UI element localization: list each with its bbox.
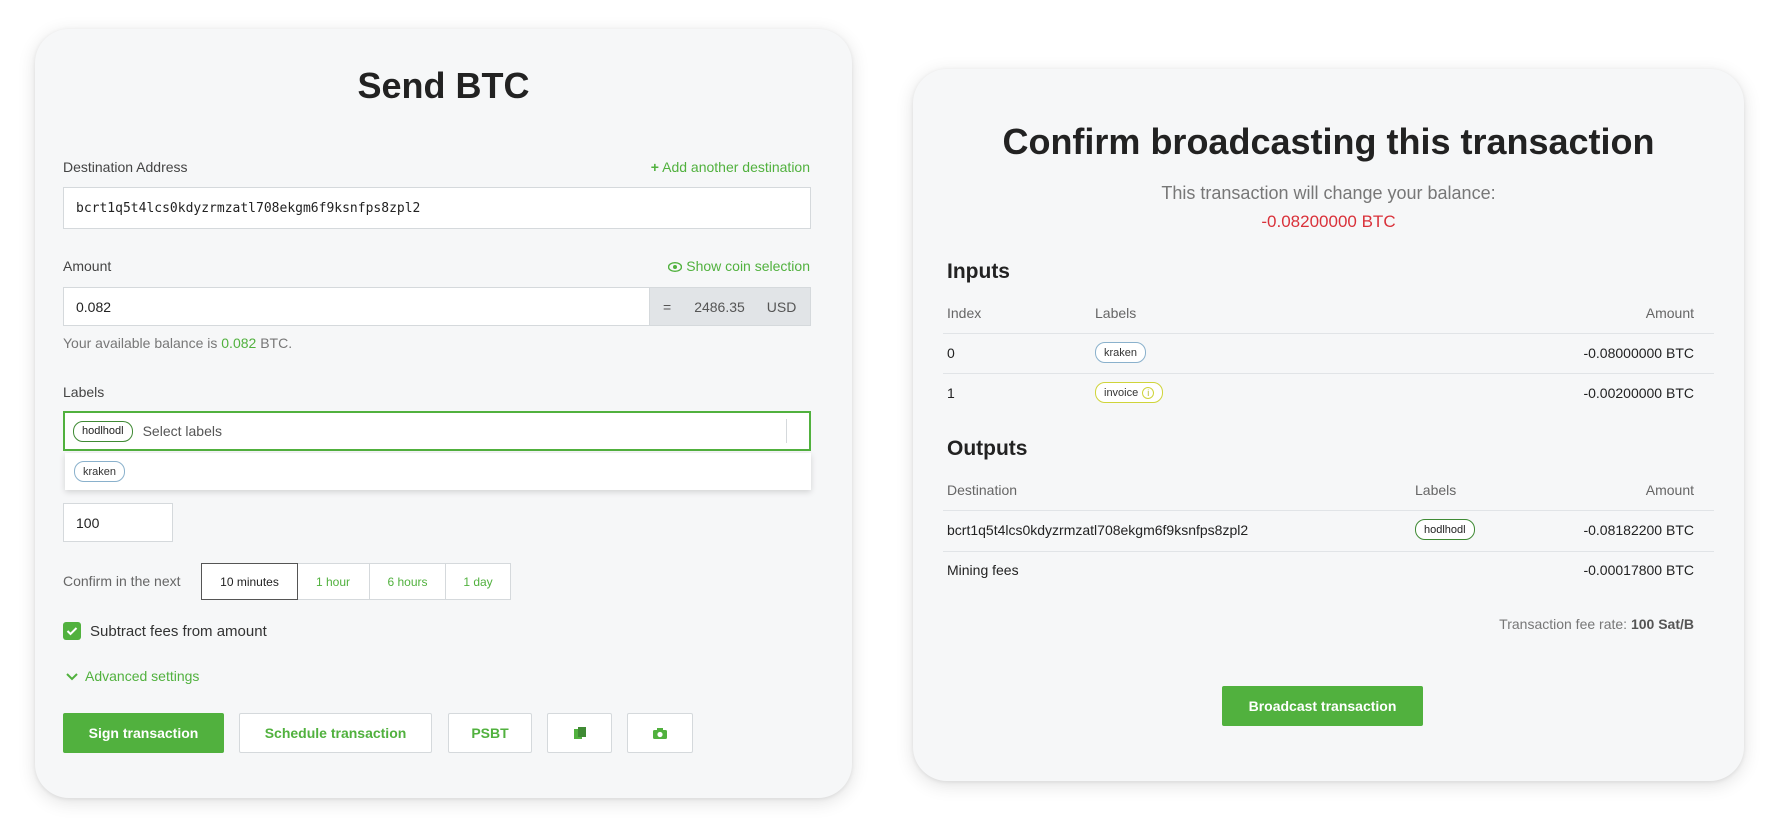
confirm-option-6-hours[interactable]: 6 hours: [370, 564, 446, 599]
fee-rate-value: 100 Sat/B: [1630, 616, 1694, 632]
confirm-option-1-day[interactable]: 1 day: [446, 564, 510, 599]
labels-label: Labels: [63, 384, 105, 400]
confirm-broadcast-card: Confirm broadcasting this transaction Th…: [913, 69, 1744, 781]
chevron-down-icon: [66, 673, 78, 681]
confirm-in-label: Confirm in the next: [63, 573, 181, 589]
output-amount: -0.08182200 BTC: [1583, 522, 1694, 538]
outputs-title: Outputs: [947, 437, 1028, 460]
destination-address-input[interactable]: bcrt1q5t4lcs0kdyzrmzatl708ekgm6f9ksnfps8…: [63, 187, 811, 229]
inputs-title: Inputs: [947, 260, 1010, 283]
fiat-value: 2486.35: [694, 298, 745, 315]
outputs-header-labels: Labels: [1415, 482, 1457, 498]
inputs-header-index: Index: [947, 305, 982, 321]
destination-address-label: Destination Address: [63, 159, 188, 175]
input-amount: -0.08000000 BTC: [1583, 345, 1694, 361]
fee-rate-input[interactable]: 100: [63, 503, 173, 542]
output-label-hodlhodl: hodlhodl: [1415, 519, 1475, 540]
input-amount: -0.00200000 BTC: [1583, 385, 1694, 401]
advanced-settings-toggle[interactable]: Advanced settings: [65, 668, 199, 684]
checkmark-icon: [66, 627, 78, 636]
camera-icon: [653, 727, 667, 739]
inputs-header-amount: Amount: [1645, 305, 1694, 321]
amount-label: Amount: [63, 258, 112, 274]
broadcast-transaction-button[interactable]: Broadcast transaction: [1222, 686, 1423, 726]
show-coin-selection-link[interactable]: Show coin selection: [668, 258, 810, 274]
dropdown-option-kraken[interactable]: kraken: [74, 461, 126, 482]
camera-button[interactable]: [627, 713, 693, 753]
equals-sign: =: [663, 298, 672, 315]
subtract-fees-checkbox[interactable]: [63, 622, 81, 640]
psbt-button[interactable]: PSBT: [448, 713, 532, 753]
send-btc-card: Send BTC Destination Address + Add anoth…: [35, 29, 852, 798]
confirm-title: Confirm broadcasting this transaction: [1002, 121, 1655, 162]
available-balance: Your available balance is 0.082 BTC.: [63, 335, 293, 351]
copy-button[interactable]: [547, 713, 612, 753]
text-cursor: [786, 419, 787, 443]
amount-input[interactable]: 0.082: [63, 287, 650, 326]
label-chip-hodlhodl[interactable]: hodlhodl: [73, 420, 133, 442]
fee-rate-info: Transaction fee rate: 100 Sat/B: [1499, 616, 1694, 632]
inputs-header-labels: Labels: [1095, 305, 1137, 321]
copy-icon: [573, 727, 586, 739]
input-label-kraken: kraken: [1095, 342, 1147, 363]
divider: [943, 333, 1714, 334]
divider: [943, 510, 1714, 511]
output-destination: Mining fees: [947, 562, 1019, 578]
send-title: Send BTC: [357, 65, 530, 106]
divider: [943, 551, 1714, 552]
output-amount: -0.00017800 BTC: [1583, 562, 1694, 578]
outputs-header-amount: Amount: [1645, 482, 1694, 498]
output-destination: bcrt1q5t4lcs0kdyzrmzatl708ekgm6f9ksnfps8…: [947, 522, 1249, 538]
fiat-currency: USD: [766, 298, 797, 315]
input-label-invoice: invoice i: [1095, 382, 1164, 403]
labels-select[interactable]: hodlhodl Select labels: [63, 411, 811, 451]
input-index: 1: [947, 385, 955, 401]
confirm-option-10-minutes[interactable]: 10 minutes: [201, 563, 298, 600]
balance-change-text: This transaction will change your balanc…: [1161, 183, 1496, 203]
fiat-amount-addon: = 2486.35 USD: [650, 287, 811, 326]
labels-placeholder: Select labels: [142, 423, 222, 439]
outputs-header-destination: Destination: [947, 482, 1018, 498]
available-balance-value: 0.082: [221, 335, 257, 351]
eye-icon: [668, 258, 686, 274]
input-index: 0: [947, 345, 955, 361]
add-destination-link[interactable]: + Add another destination: [651, 159, 810, 175]
info-icon: i: [1142, 386, 1155, 399]
subtract-fees-label: Subtract fees from amount: [90, 623, 267, 640]
schedule-transaction-button[interactable]: Schedule transaction: [239, 713, 432, 753]
sign-transaction-button[interactable]: Sign transaction: [63, 713, 224, 753]
labels-dropdown: kraken: [65, 453, 811, 490]
confirm-time-selector: 10 minutes 1 hour 6 hours 1 day: [201, 563, 511, 600]
balance-change-value: -0.08200000 BTC: [1261, 212, 1396, 231]
plus-icon: +: [650, 159, 659, 175]
divider: [943, 373, 1714, 374]
confirm-option-1-hour[interactable]: 1 hour: [297, 564, 370, 599]
